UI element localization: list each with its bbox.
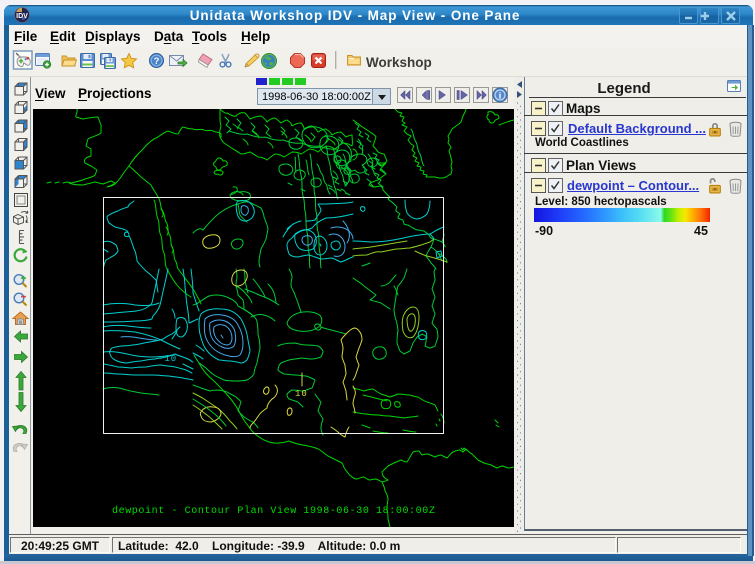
svg-text:10: 10 xyxy=(295,389,308,399)
svg-text:?: ? xyxy=(154,56,160,67)
svg-text:-10: -10 xyxy=(158,354,177,364)
svg-text:dewpoint - Contour Plan View 1: dewpoint - Contour Plan View 1998-06-30 … xyxy=(112,505,435,517)
svg-text:IDV: IDV xyxy=(16,13,28,20)
svg-text:Workshop: Workshop xyxy=(366,55,432,70)
